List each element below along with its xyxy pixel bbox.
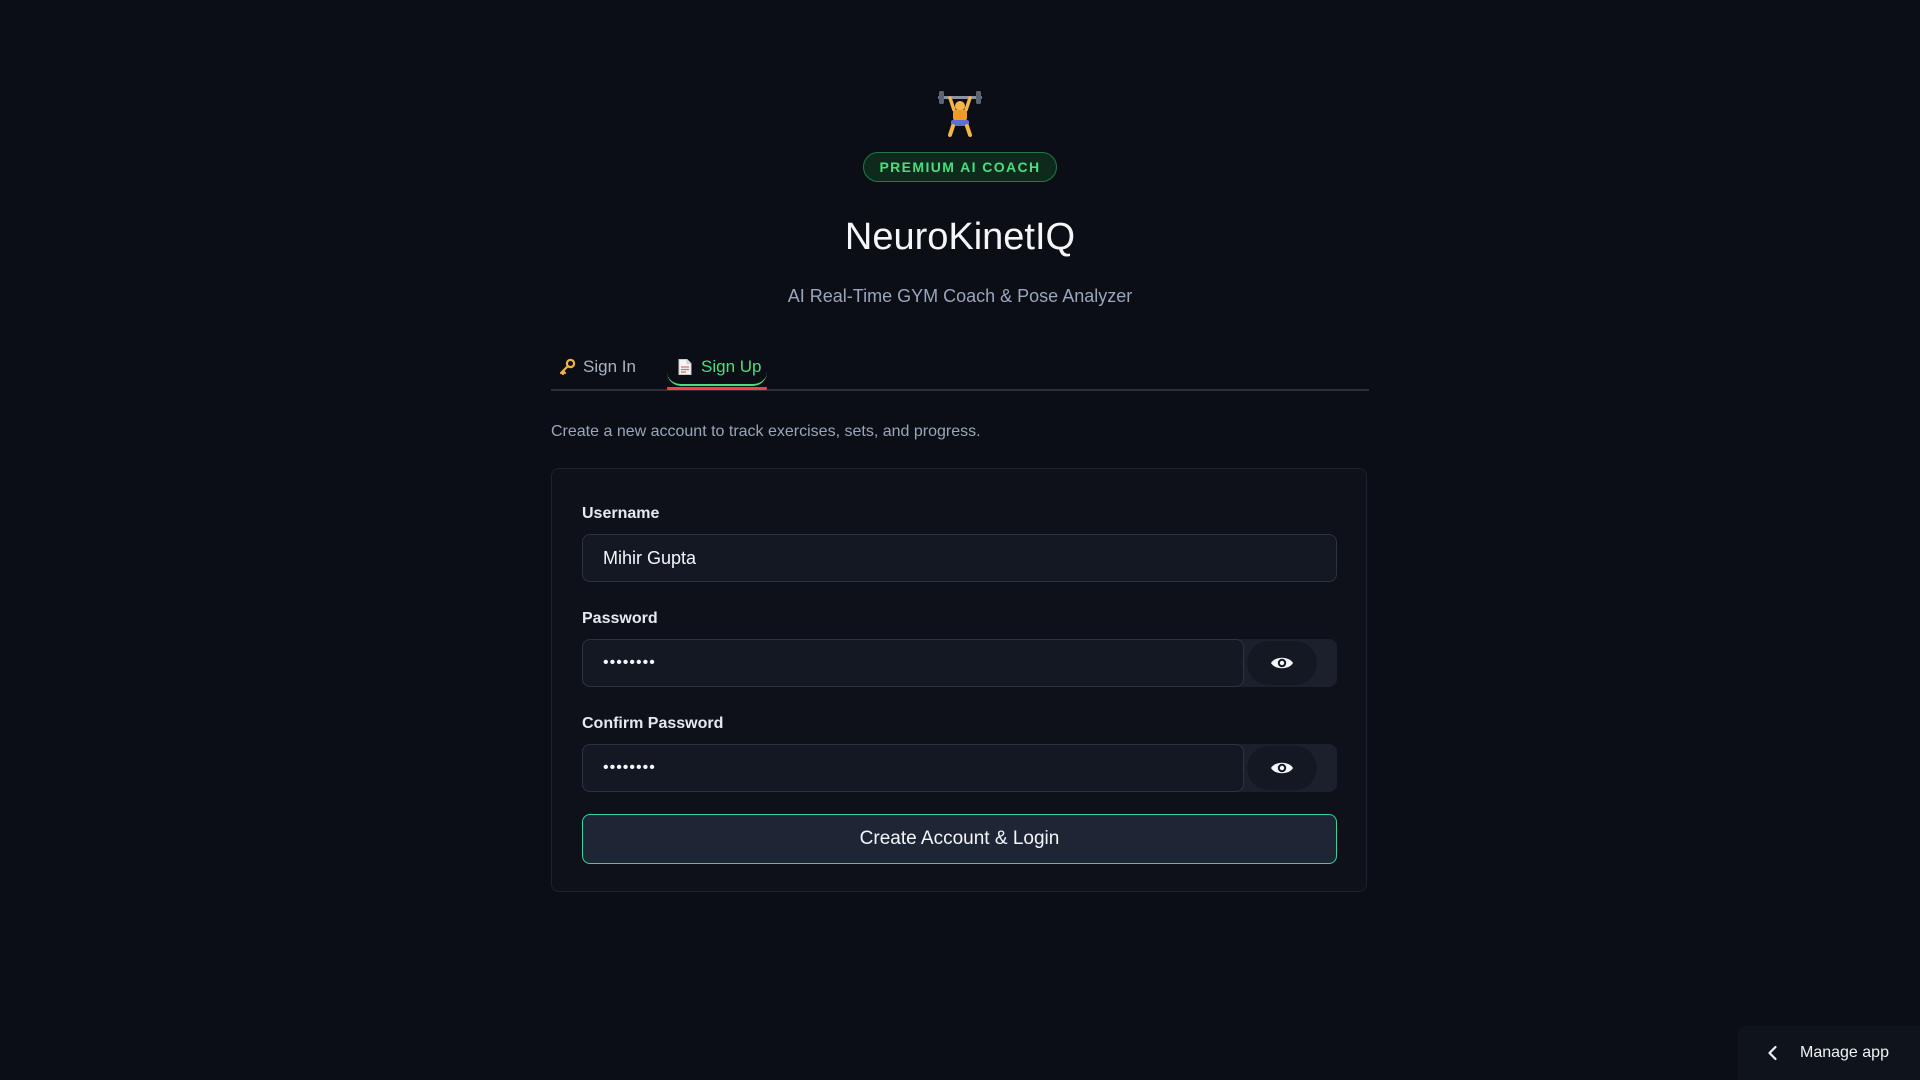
eye-icon: [1271, 657, 1293, 669]
header: PREMIUM AI COACH NeuroKinetIQ AI Real-Ti…: [0, 90, 1920, 307]
tab-sign-in[interactable]: Sign In: [558, 350, 636, 384]
manage-app-label: Manage app: [1800, 1044, 1889, 1061]
auth-tabs: Sign In Sign Up: [551, 340, 1369, 391]
confirm-password-input[interactable]: ••••••••: [582, 744, 1244, 792]
chevron-left-icon: [1768, 1045, 1777, 1061]
username-label: Username: [582, 505, 660, 522]
app-subtitle: AI Real-Time GYM Coach & Pose Analyzer: [787, 286, 1133, 306]
eye-icon: [1271, 762, 1293, 774]
signup-form: Username Mihir Gupta Password •••••••• C…: [551, 468, 1367, 892]
app-title: NeuroKinetIQ: [844, 216, 1076, 258]
manage-app-button[interactable]: Manage app: [1738, 1026, 1920, 1080]
password-input[interactable]: ••••••••: [582, 639, 1244, 687]
page-icon: [678, 359, 692, 375]
show-password-button[interactable]: [1247, 641, 1317, 685]
password-value: ••••••••: [603, 654, 656, 671]
signup-page: PREMIUM AI COACH NeuroKinetIQ AI Real-Ti…: [0, 0, 1920, 1080]
tab-sign-in-label: Sign In: [583, 357, 636, 376]
premium-badge: PREMIUM AI COACH: [863, 152, 1057, 182]
username-input[interactable]: Mihir Gupta: [582, 534, 1337, 582]
create-account-button[interactable]: Create Account & Login: [582, 814, 1337, 864]
password-field: ••••••••: [582, 639, 1337, 687]
intro-text: Create a new account to track exercises,…: [551, 423, 981, 440]
confirm-password-label: Confirm Password: [582, 715, 724, 732]
weightlifter-icon: [938, 91, 982, 137]
confirm-password-field: ••••••••: [582, 744, 1337, 792]
key-icon: [559, 358, 576, 376]
username-value: Mihir Gupta: [603, 547, 697, 568]
show-confirm-password-button[interactable]: [1247, 746, 1317, 790]
tab-sign-up[interactable]: Sign Up: [667, 350, 768, 390]
tab-sign-up-label: Sign Up: [701, 357, 762, 376]
confirm-password-value: ••••••••: [603, 759, 656, 776]
password-label: Password: [582, 610, 658, 627]
